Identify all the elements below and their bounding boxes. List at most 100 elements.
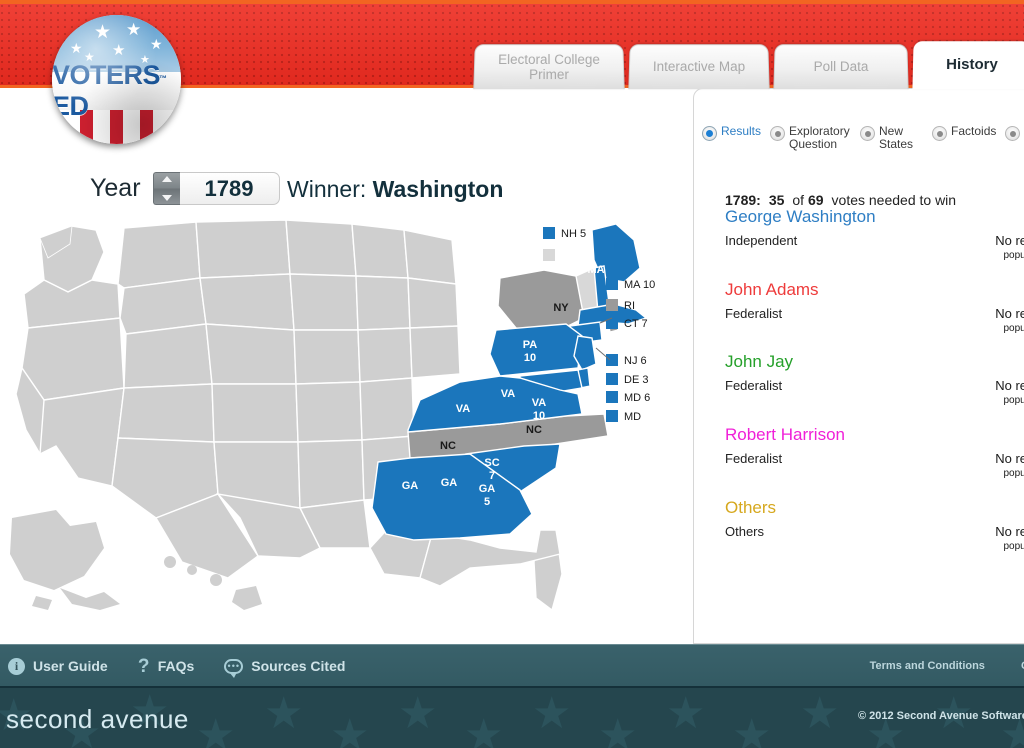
- map-label: 10: [524, 352, 536, 364]
- footer-link-sources-cited[interactable]: ••• Sources Cited: [224, 658, 346, 678]
- footer-right-links: Terms and Conditions Cred: [870, 645, 1024, 687]
- popular-vote-line2: popular vote: [1003, 395, 1024, 406]
- radio-label: Factoids: [951, 124, 997, 138]
- legend-label: MD 6: [624, 392, 650, 404]
- year-input[interactable]: 1789: [179, 172, 280, 205]
- speech-bubble-icon: •••: [224, 658, 244, 678]
- radio-dot-icon[interactable]: [770, 126, 786, 141]
- radio-exploratory-question[interactable]: Exploratory Question: [770, 125, 851, 151]
- legend-label: MD: [624, 411, 641, 423]
- radio-dot-icon[interactable]: [1005, 126, 1021, 141]
- candidate-popular-vote: No record of popular vote: [971, 451, 1024, 481]
- voters-ed-app: ★ ★ ★ ★ ★ ★ ★ VOTERS ED ™ Electoral Coll…: [0, 0, 1024, 748]
- radio-dot-icon[interactable]: [702, 126, 717, 141]
- popular-vote-line1: No record of: [995, 378, 1024, 393]
- candidate-row[interactable]: John Jay Federalist No record of popular…: [725, 352, 1024, 406]
- legend-swatch: [606, 299, 618, 311]
- legend-swatch: [543, 249, 555, 261]
- votes-won: 35: [768, 192, 785, 208]
- second-avenue-wordmark: second avenue: [6, 704, 189, 734]
- candidate-popular-vote: No record of popular vote: [971, 524, 1024, 554]
- legend-swatch: [606, 410, 618, 422]
- radio-factoids[interactable]: Factoids: [932, 125, 996, 141]
- map-label: VA: [501, 388, 516, 400]
- state-new-york[interactable]: [497, 269, 589, 335]
- footer-link-user-guide[interactable]: i User Guide: [8, 657, 108, 675]
- map-label: GA: [479, 483, 496, 495]
- footer-link-label: User Guide: [33, 658, 108, 674]
- voters-ed-logo[interactable]: ★ ★ ★ ★ ★ ★ ★ VOTERS ED ™: [52, 15, 181, 144]
- us-map-svg[interactable]: MA NY PA 10 VA VA VA 10 NC NC SC 7 GA GA…: [0, 218, 694, 638]
- map-label: 10: [533, 410, 545, 422]
- legend-swatch: [606, 373, 618, 385]
- legend-label: DE 3: [624, 374, 648, 386]
- footer-bar: i User Guide ? FAQs ••• Sources Cited Te…: [0, 644, 1024, 686]
- radio-overflow[interactable]: [1005, 125, 1024, 141]
- radio-new-states[interactable]: New States: [860, 125, 923, 151]
- candidate-name[interactable]: John Jay: [725, 352, 1024, 372]
- question-icon: ?: [137, 655, 150, 677]
- legend-label: RI: [624, 300, 635, 312]
- electoral-map[interactable]: MA NY PA 10 VA VA VA 10 NC NC SC 7 GA GA…: [0, 218, 694, 638]
- candidate-name[interactable]: John Adams: [725, 280, 1024, 300]
- votes-total: 69: [807, 192, 824, 208]
- second-avenue-logo[interactable]: second avenue: [6, 704, 189, 735]
- radio-label: Results: [721, 124, 762, 138]
- footer-link-label: Sources Cited: [251, 658, 346, 674]
- votes-needed-line: 1789: 35 of 69 votes needed to win: [725, 192, 956, 208]
- popular-vote-line1: No record of: [995, 524, 1024, 539]
- candidate-name[interactable]: Others: [725, 498, 1024, 518]
- radio-dot-icon[interactable]: [932, 126, 948, 141]
- year-increment-icon[interactable]: [161, 176, 172, 182]
- candidate-name[interactable]: George Washington: [725, 207, 1024, 227]
- candidate-row[interactable]: Robert Harrison Federalist No record of …: [725, 425, 1024, 479]
- map-label: NY: [553, 302, 569, 314]
- map-label: MA: [587, 264, 604, 276]
- votes-year: 1789:: [725, 192, 761, 208]
- legend-swatch: [606, 278, 618, 290]
- legend-label: MA 10: [624, 279, 655, 291]
- view-mode-radios: Results Exploratory Question New States …: [702, 125, 1024, 151]
- candidate-row[interactable]: John Adams Federalist No record of popul…: [725, 280, 1024, 334]
- legend-swatch: [606, 391, 618, 403]
- popular-vote-line2: popular vote: [1003, 541, 1024, 552]
- popular-vote-line2: popular vote: [1003, 323, 1024, 334]
- map-label: NC: [526, 424, 542, 436]
- year-decrement-icon[interactable]: [161, 195, 172, 201]
- candidate-popular-vote: No record of popular vote: [971, 378, 1024, 408]
- votes-suffix: votes needed to win: [831, 192, 957, 208]
- candidate-row[interactable]: George Washington Independent No record …: [725, 207, 1024, 261]
- legend-swatch: [543, 227, 555, 239]
- winner-display: Winner: Washington: [287, 176, 503, 203]
- map-label: NC: [440, 440, 456, 452]
- tab-poll-data[interactable]: Poll Data: [773, 44, 909, 90]
- tab-interactive-map[interactable]: Interactive Map: [628, 44, 770, 90]
- tab-electoral-college-primer[interactable]: Electoral College Primer: [473, 44, 625, 90]
- company-bar: ★ ★ ★ ★ ★ ★ ★ ★ ★ ★ ★ ★ ★ ★ ★ ★ second a…: [0, 686, 1024, 748]
- footer-link-terms[interactable]: Terms and Conditions: [870, 660, 985, 672]
- candidate-name[interactable]: Robert Harrison: [725, 425, 1024, 445]
- year-stepper[interactable]: [152, 172, 180, 205]
- map-label: GA: [441, 477, 458, 489]
- legend-label: NJ 6: [624, 355, 647, 367]
- tab-history[interactable]: History: [912, 41, 1024, 90]
- candidate-row[interactable]: Others Others No record of popular vote: [725, 498, 1024, 552]
- footer-links: i User Guide ? FAQs ••• Sources Cited: [8, 645, 375, 687]
- radio-results[interactable]: Results: [702, 125, 761, 141]
- map-label: 7: [489, 470, 495, 482]
- radio-dot-icon[interactable]: [860, 126, 876, 141]
- footer-link-faqs[interactable]: ? FAQs: [137, 655, 194, 677]
- map-label: PA: [523, 339, 538, 351]
- legend-swatch: [606, 354, 618, 366]
- popular-vote-line2: popular vote: [1003, 250, 1024, 261]
- results-panel: Results Exploratory Question New States …: [693, 88, 1024, 644]
- map-label: VA: [532, 397, 547, 409]
- copyright-text: © 2012 Second Avenue Software I: [857, 710, 1024, 722]
- popular-vote-line1: No record of: [995, 233, 1024, 248]
- candidate-popular-vote: No record of popular vote: [971, 233, 1024, 263]
- map-label: 5: [484, 496, 490, 508]
- winner-name: Washington: [372, 176, 504, 202]
- radio-label: Exploratory Question: [789, 124, 850, 151]
- info-icon: i: [8, 657, 25, 675]
- year-selector-row: Year 1789: [90, 172, 280, 205]
